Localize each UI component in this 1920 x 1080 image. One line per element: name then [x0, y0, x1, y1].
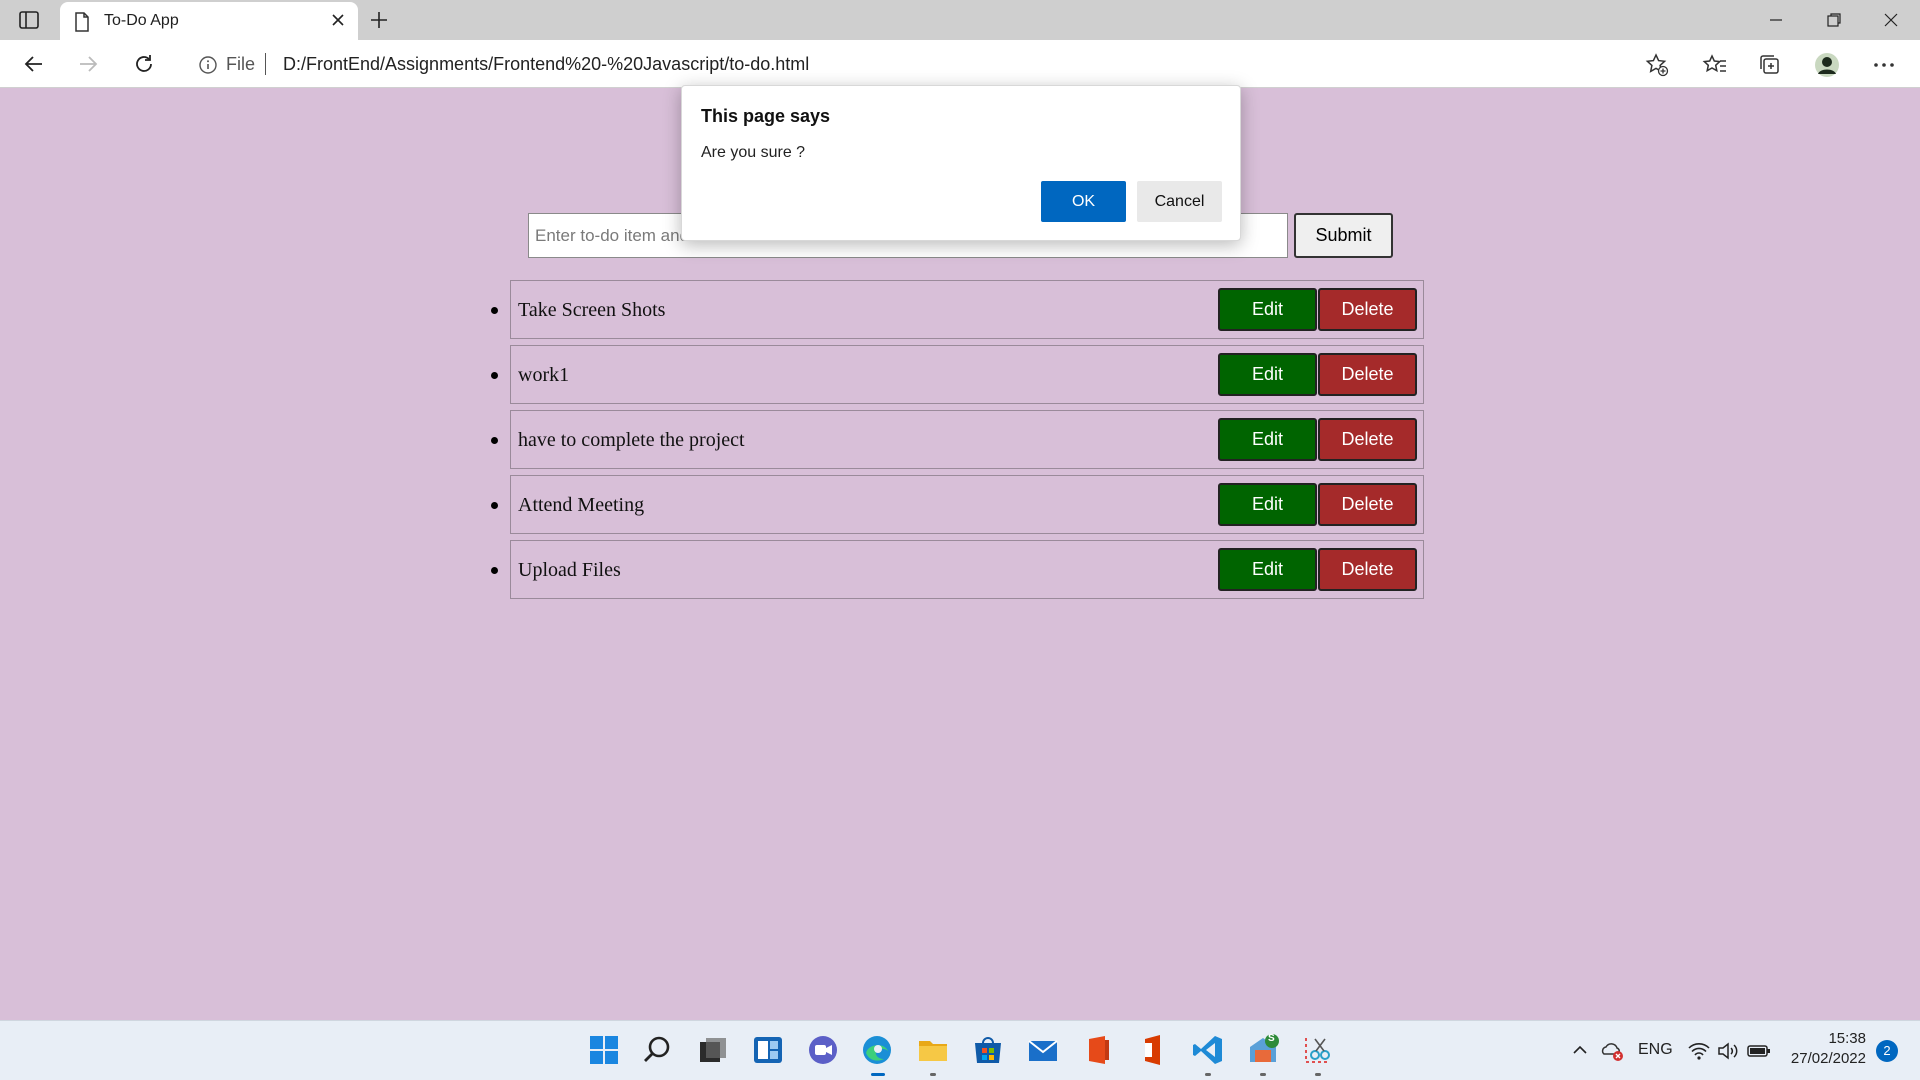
edit-button[interactable]: Edit [1218, 288, 1317, 331]
office-app-icon[interactable] [1136, 1033, 1170, 1067]
start-icon[interactable] [587, 1033, 621, 1067]
running-indicator [1260, 1073, 1266, 1076]
ok-button[interactable]: OK [1041, 181, 1126, 222]
mail-icon[interactable] [1026, 1033, 1060, 1067]
bullet [491, 437, 498, 444]
delete-button[interactable]: Delete [1318, 483, 1417, 526]
dialog-title: This page says [701, 106, 831, 126]
clock-time: 15:38 [1828, 1030, 1866, 1047]
restore-icon[interactable] [1822, 8, 1846, 32]
tab-todo-app[interactable]: To-Do App [60, 2, 358, 40]
running-indicator [1205, 1073, 1211, 1076]
forward-icon[interactable] [76, 52, 100, 76]
running-indicator [1315, 1073, 1321, 1076]
onedrive-error-icon[interactable] [1600, 1038, 1624, 1062]
url-text[interactable]: D:/FrontEnd/Assignments/Frontend%20-%20J… [283, 54, 809, 75]
address-separator [265, 53, 266, 75]
todo-text: Take Screen Shots [518, 299, 666, 321]
todo-item: Upload Files Edit Delete [491, 540, 1424, 599]
clock[interactable]: 15:38 27/02/2022 [1782, 1029, 1866, 1069]
taskbar: S ENG 15:38 27/02/2022 2 [0, 1020, 1920, 1080]
tab-close-icon[interactable] [330, 12, 346, 33]
info-icon[interactable] [198, 55, 218, 80]
app-with-badge-icon[interactable]: S [1246, 1033, 1280, 1076]
teams-chat-icon[interactable] [806, 1033, 840, 1067]
refresh-icon[interactable] [132, 52, 156, 76]
todo-text: Attend Meeting [518, 494, 645, 516]
clock-date: 27/02/2022 [1790, 1050, 1866, 1067]
chevron-up-icon[interactable] [1570, 1040, 1590, 1060]
tab-bar: To-Do App [0, 0, 1920, 40]
delete-button[interactable]: Delete [1318, 548, 1417, 591]
todo-text: have to complete the project [518, 429, 745, 451]
favorites-icon[interactable] [1702, 52, 1728, 78]
tab-actions-icon[interactable] [18, 9, 42, 31]
bullet [491, 567, 498, 574]
edge-icon[interactable] [860, 1033, 894, 1076]
office-icon[interactable] [1081, 1033, 1115, 1067]
address-prefix: File [226, 54, 256, 74]
cancel-button[interactable]: Cancel [1137, 181, 1222, 222]
todo-item: Take Screen Shots Edit Delete [491, 280, 1424, 339]
battery-icon[interactable] [1746, 1039, 1772, 1063]
new-tab-icon[interactable] [368, 9, 390, 36]
collections-icon[interactable] [1757, 52, 1783, 78]
snipping-tool-icon[interactable] [1301, 1033, 1335, 1076]
todo-item: Attend Meeting Edit Delete [491, 475, 1424, 534]
submit-button[interactable]: Submit [1294, 213, 1393, 258]
file-explorer-icon[interactable] [916, 1033, 950, 1076]
bullet [491, 307, 498, 314]
search-icon[interactable] [641, 1033, 675, 1067]
dialog-message: Are you sure ? [701, 144, 806, 161]
confirm-dialog: This page says Are you sure ? OK Cancel [681, 85, 1241, 241]
address-bar: File D:/FrontEnd/Assignments/Frontend%20… [0, 40, 1920, 88]
page-icon [74, 12, 90, 37]
language-indicator[interactable]: ENG [1638, 1041, 1673, 1059]
active-indicator [871, 1073, 885, 1076]
bullet [491, 502, 498, 509]
store-icon[interactable] [971, 1033, 1005, 1067]
delete-button[interactable]: Delete [1318, 418, 1417, 461]
delete-button[interactable]: Delete [1318, 353, 1417, 396]
task-view-icon[interactable] [696, 1033, 730, 1067]
bullet [491, 372, 498, 379]
volume-icon[interactable] [1716, 1039, 1740, 1063]
vscode-icon[interactable] [1191, 1033, 1225, 1076]
edit-button[interactable]: Edit [1218, 353, 1317, 396]
url-field[interactable]: File D:/FrontEnd/Assignments/Frontend%20… [180, 45, 1680, 83]
delete-button[interactable]: Delete [1318, 288, 1417, 331]
edit-button[interactable]: Edit [1218, 548, 1317, 591]
tab-title: To-Do App [104, 12, 179, 29]
profile-avatar-icon[interactable] [1814, 52, 1840, 78]
back-icon[interactable] [22, 52, 46, 76]
todo-item: work1 Edit Delete [491, 345, 1424, 404]
edit-button[interactable]: Edit [1218, 483, 1317, 526]
notification-badge[interactable]: 2 [1876, 1040, 1898, 1062]
wifi-icon[interactable] [1687, 1039, 1711, 1063]
todo-text: work1 [518, 364, 570, 386]
more-menu-icon[interactable] [1871, 52, 1897, 78]
app-badge: S [1268, 1033, 1275, 1044]
edit-button[interactable]: Edit [1218, 418, 1317, 461]
widgets-icon[interactable] [751, 1033, 785, 1067]
close-window-icon[interactable] [1879, 8, 1903, 32]
running-indicator [930, 1073, 936, 1076]
todo-list: Take Screen Shots Edit Delete work1 Edit… [491, 280, 1424, 605]
todo-text: Upload Files [518, 559, 621, 581]
todo-item: have to complete the project Edit Delete [491, 410, 1424, 469]
add-favorite-icon[interactable] [1644, 52, 1670, 78]
minimize-icon[interactable] [1764, 8, 1788, 32]
